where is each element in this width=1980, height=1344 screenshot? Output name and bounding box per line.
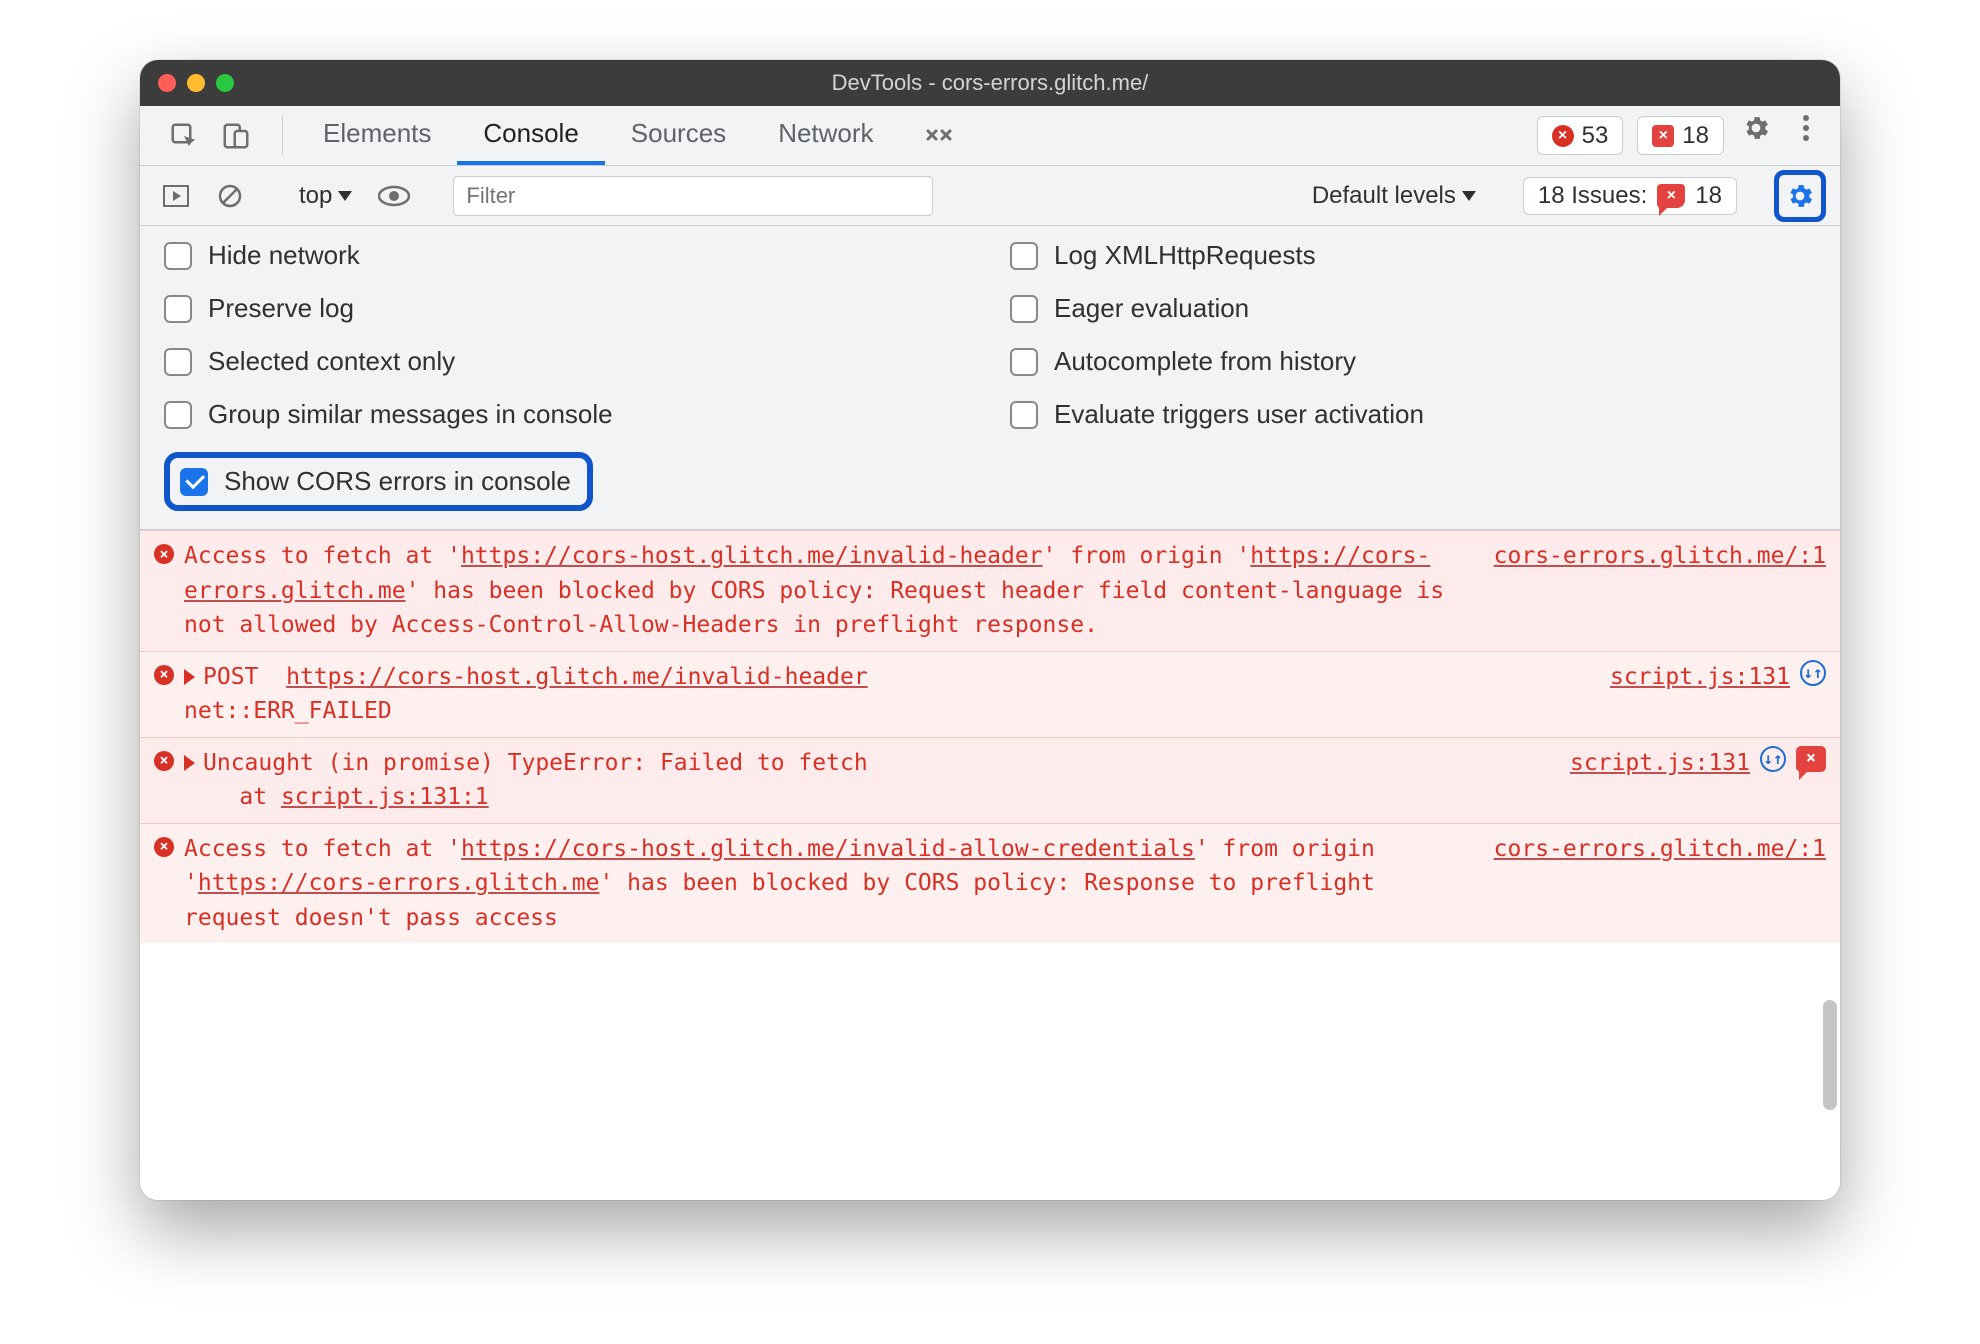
checkbox-icon [1010,348,1038,376]
console-source-link[interactable]: cors-errors.glitch.me/:1 [1494,832,1826,867]
console-error-row[interactable]: POST https://cors-host.glitch.me/invalid… [140,651,1840,737]
setting-checkbox[interactable]: Preserve log [164,293,970,324]
issue-icon [1652,125,1674,147]
checkbox-icon [180,468,208,496]
checkbox-icon [164,401,192,429]
zoom-window-button[interactable] [216,74,234,92]
setting-label: Hide network [208,240,360,271]
checkbox-icon [1010,242,1038,270]
more-tabs-button[interactable] [906,106,972,165]
setting-checkbox[interactable]: Eager evaluation [1010,293,1816,324]
checkbox-icon [1010,295,1038,323]
issue-flag-icon [1657,184,1685,208]
titlebar: DevTools - cors-errors.glitch.me/ [140,60,1840,106]
setting-checkbox[interactable]: Autocomplete from history [1010,346,1816,377]
network-initiator-icon[interactable]: ↓↑ [1760,746,1786,772]
disclosure-triangle-icon[interactable] [184,669,195,685]
filter-input[interactable] [453,176,933,216]
inspect-element-icon[interactable] [162,114,206,158]
issues-counter[interactable]: 18 [1637,116,1724,155]
tab-elements[interactable]: Elements [297,106,457,165]
setting-label: Evaluate triggers user activation [1054,399,1424,430]
levels-label: Default levels [1312,182,1456,210]
checkbox-icon [164,295,192,323]
console-settings-panel: Hide network Preserve log Selected context… [140,226,1840,530]
checkbox-icon [164,242,192,270]
highlighted-setting: Show CORS errors in console [164,452,593,511]
tab-network[interactable]: Network [752,106,899,165]
more-menu-icon[interactable] [1784,106,1828,150]
issue-badge-icon[interactable] [1796,746,1826,772]
setting-checkbox[interactable]: Evaluate triggers user activation [1010,399,1816,430]
console-output[interactable]: Access to fetch at 'https://cors-host.gl… [140,530,1840,1200]
setting-label: Autocomplete from history [1054,346,1356,377]
console-settings-button[interactable] [1774,170,1826,222]
error-icon [154,544,174,564]
scrollbar-thumb[interactable] [1823,1000,1837,1110]
context-label: top [299,182,332,210]
setting-label: Eager evaluation [1054,293,1249,324]
error-icon [1552,125,1574,147]
setting-checkbox[interactable]: Log XMLHttpRequests [1010,240,1816,271]
issues-count: 18 [1682,122,1709,150]
separator [282,116,283,155]
console-source-link[interactable]: cors-errors.glitch.me/:1 [1494,539,1826,574]
network-initiator-icon[interactable]: ↓↑ [1800,660,1826,686]
main-tabstrip: ElementsConsoleSourcesNetwork 53 18 [140,106,1840,166]
setting-checkbox[interactable]: Selected context only [164,346,970,377]
tab-console[interactable]: Console [457,106,604,165]
checkbox-icon [164,348,192,376]
devtools-window: DevTools - cors-errors.glitch.me/ [140,60,1840,1200]
errors-count: 53 [1582,122,1609,150]
settings-gear-icon[interactable] [1734,106,1778,150]
setting-label: Show CORS errors in console [224,466,571,497]
setting-label: Selected context only [208,346,455,377]
context-selector[interactable]: top [289,182,362,210]
log-levels-selector[interactable]: Default levels [1302,182,1486,210]
error-icon [154,665,174,685]
window-title: DevTools - cors-errors.glitch.me/ [140,70,1840,96]
checkbox-icon [1010,401,1038,429]
console-toolbar: top Default levels 18 Issues: 18 [140,166,1840,226]
traffic-lights [158,74,234,92]
minimize-window-button[interactable] [187,74,205,92]
console-error-row[interactable]: Access to fetch at 'https://cors-host.gl… [140,530,1840,651]
error-icon [154,751,174,771]
console-message-body: Uncaught (in promise) TypeError: Failed … [184,746,1542,815]
clear-console-icon[interactable] [208,174,252,218]
tab-sources[interactable]: Sources [605,106,752,165]
close-window-button[interactable] [158,74,176,92]
setting-label: Log XMLHttpRequests [1054,240,1316,271]
console-source-link[interactable]: script.js:131 [1570,746,1750,781]
console-message-body: Access to fetch at 'https://cors-host.gl… [184,539,1466,643]
issues-summary-count: 18 [1695,182,1722,210]
console-error-row[interactable]: Access to fetch at 'https://cors-host.gl… [140,823,1840,944]
issues-summary-label: 18 Issues: [1538,182,1647,210]
panel-tabs: ElementsConsoleSourcesNetwork [297,106,900,165]
setting-label: Group similar messages in console [208,399,613,430]
setting-checkbox[interactable]: Hide network [164,240,970,271]
error-icon [154,837,174,857]
device-toolbar-icon[interactable] [214,114,258,158]
live-expression-icon[interactable] [372,174,416,218]
console-message-body: Access to fetch at 'https://cors-host.gl… [184,832,1466,936]
console-error-row[interactable]: Uncaught (in promise) TypeError: Failed … [140,737,1840,823]
toggle-sidebar-icon[interactable] [154,174,198,218]
errors-counter[interactable]: 53 [1537,116,1624,155]
console-message-body: POST https://cors-host.glitch.me/invalid… [184,660,1582,729]
setting-checkbox[interactable]: Group similar messages in console [164,399,970,430]
issues-summary[interactable]: 18 Issues: 18 [1523,177,1737,215]
console-source-link[interactable]: script.js:131 [1610,660,1790,695]
disclosure-triangle-icon[interactable] [184,755,195,771]
setting-label: Preserve log [208,293,354,324]
setting-checkbox[interactable]: Show CORS errors in console [180,466,571,497]
